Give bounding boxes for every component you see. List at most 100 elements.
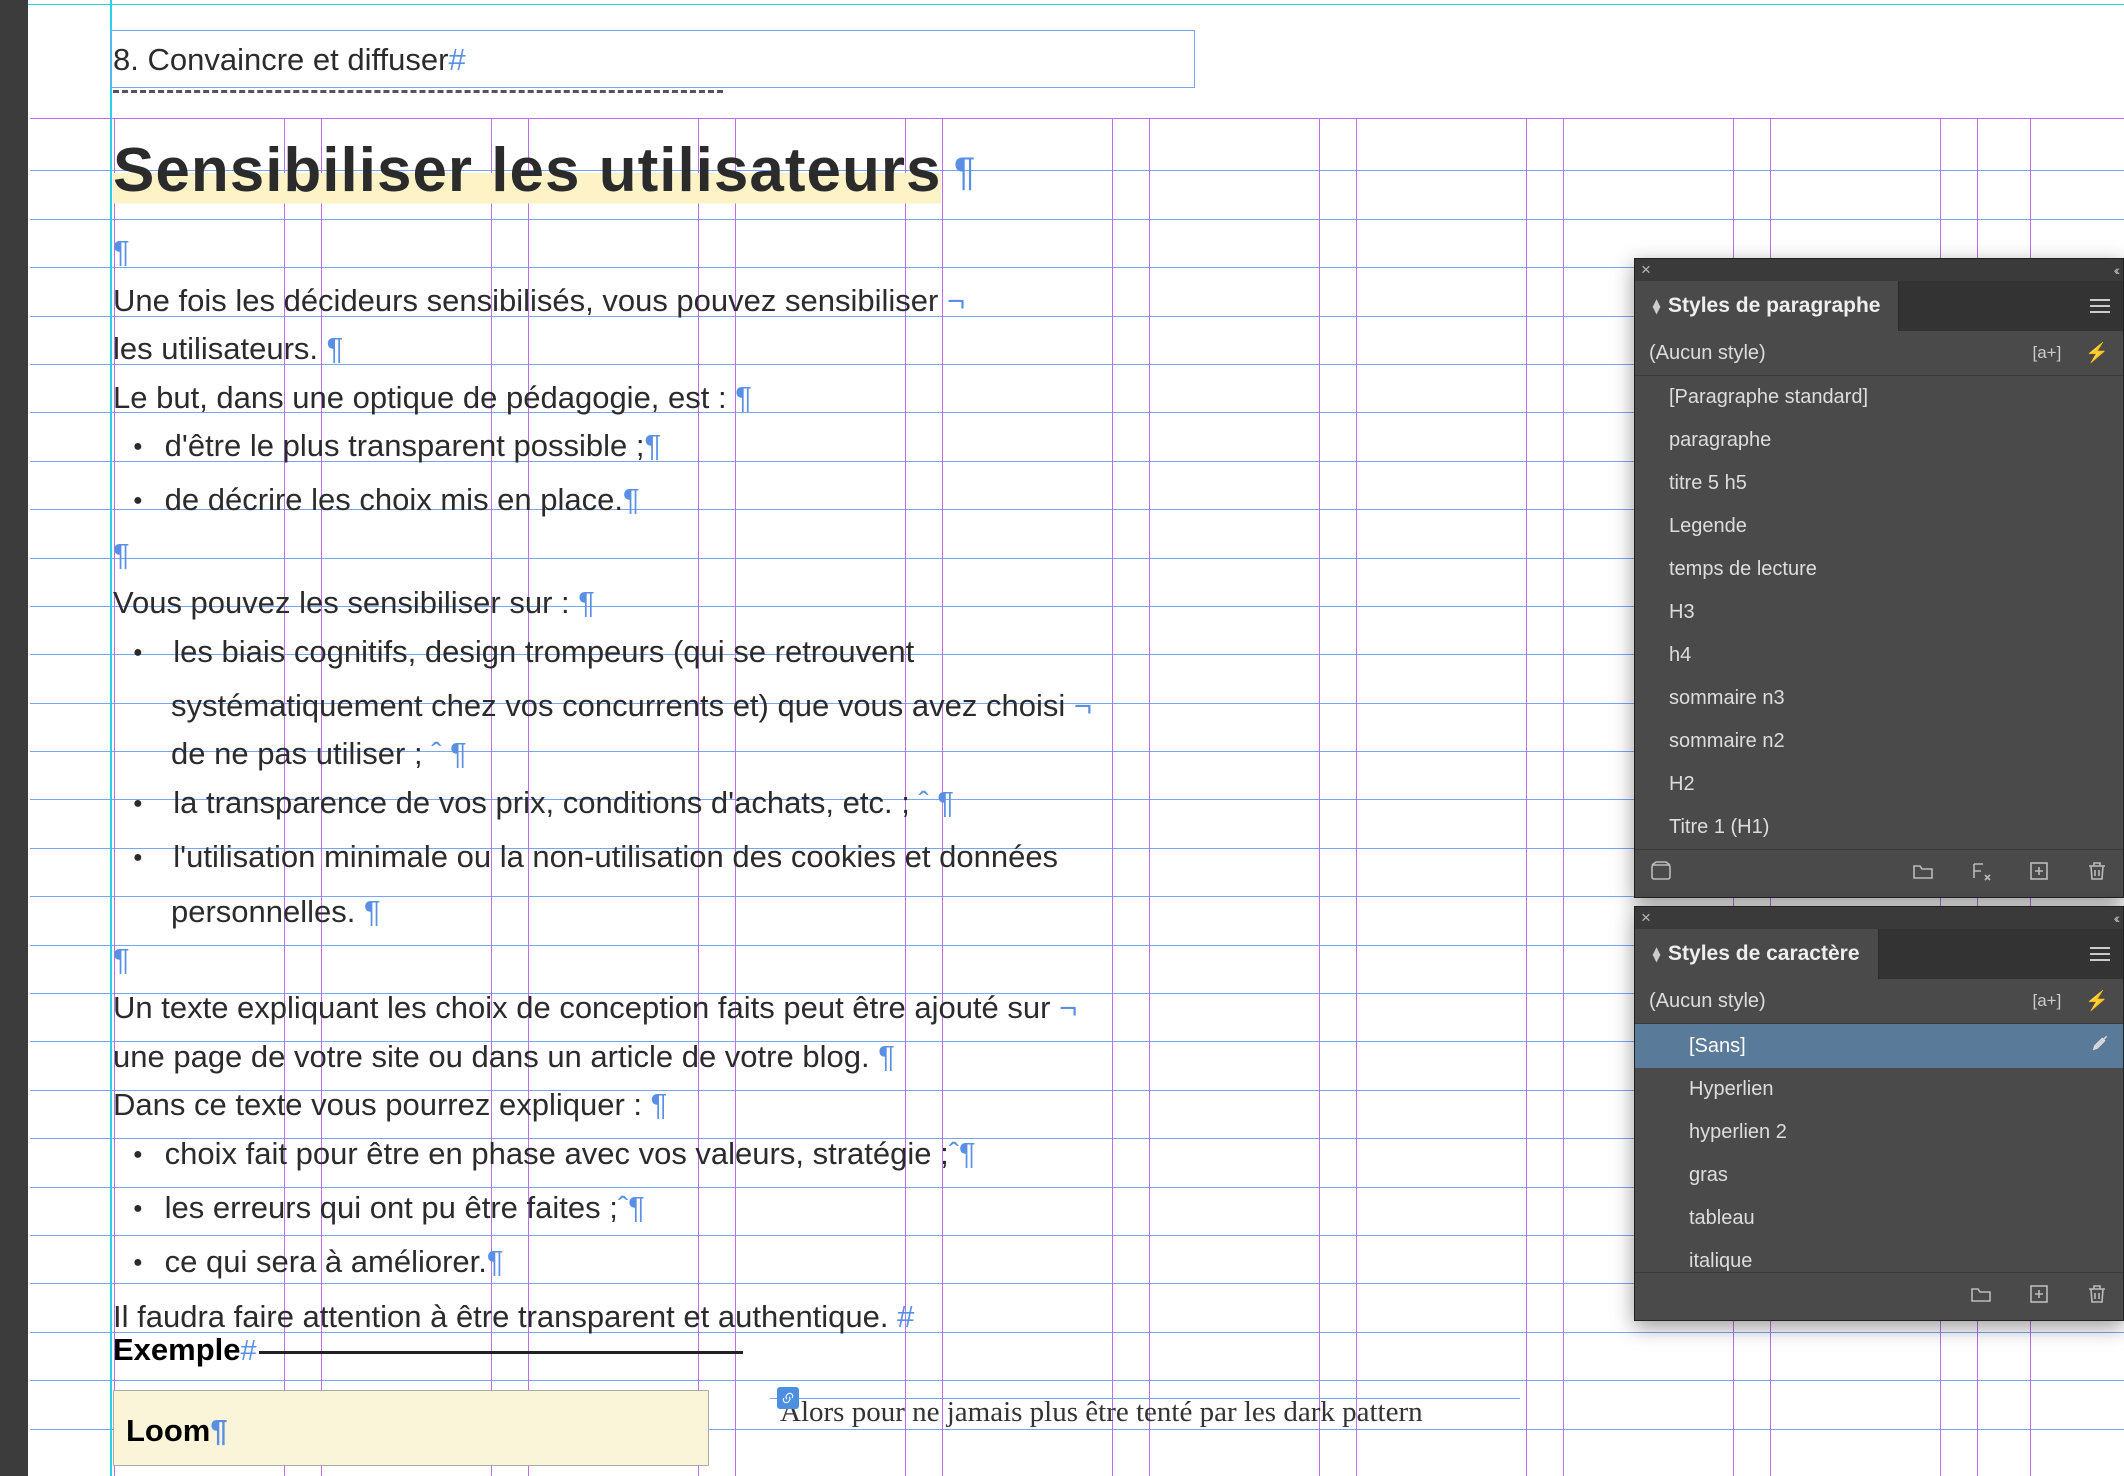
style-name: paragraphe — [1669, 429, 1771, 452]
loom-frame[interactable]: Loom¶ — [113, 1390, 709, 1466]
pilcrow-icon: ¶ — [487, 1244, 504, 1279]
quick-apply-icon[interactable]: ⚡ — [2085, 341, 2109, 365]
body-text: Vous pouvez les sensibiliser sur : — [113, 585, 570, 620]
style-item[interactable]: titre 5 h5 — [1635, 462, 2123, 505]
style-item[interactable]: h4 — [1635, 634, 2123, 677]
current-style-row[interactable]: (Aucun style) [a+] ⚡ — [1635, 979, 2123, 1024]
folder-icon[interactable] — [1911, 859, 1935, 889]
style-item[interactable]: hyperlien 2 — [1635, 1111, 2123, 1154]
cc-libraries-icon[interactable] — [1649, 859, 1673, 889]
style-item[interactable]: sommaire n3 — [1635, 677, 2123, 720]
pilcrow-icon: ¶ — [450, 736, 467, 771]
serif-line-1: Alors pour ne jamais plus être tenté par… — [780, 1396, 1423, 1428]
end-of-story-marker: # — [241, 1335, 257, 1368]
current-style-row[interactable]: (Aucun style) [a+] ⚡ — [1635, 331, 2123, 376]
nbsp-icon: ˆ — [949, 1136, 959, 1171]
style-name: Legende — [1669, 515, 1747, 538]
style-item[interactable]: Titre 1 (H1) — [1635, 806, 2123, 849]
paragraph-style-list[interactable]: [Paragraphe standard] paragraphe titre 5… — [1635, 376, 2123, 849]
style-name: sommaire n3 — [1669, 687, 1785, 710]
style-item[interactable]: H3 — [1635, 591, 2123, 634]
end-of-story-marker: # — [897, 1299, 914, 1334]
panel-chrome[interactable]: × ‹‹ — [1635, 907, 2123, 929]
pilcrow-icon: ¶ — [578, 585, 595, 620]
tab-character-styles[interactable]: ▴▾ Styles de caractère — [1635, 929, 1879, 979]
example-rule — [259, 1351, 743, 1354]
list-item: ce qui sera à améliorer. — [165, 1244, 487, 1279]
clear-override-icon[interactable] — [1969, 859, 1993, 889]
style-item[interactable]: [Sans] — [1635, 1024, 2123, 1068]
close-icon[interactable]: × — [1641, 908, 1651, 928]
style-item[interactable]: tableau — [1635, 1197, 2123, 1240]
body-text: les utilisateurs. — [113, 331, 318, 366]
panel-footer — [1635, 1272, 2123, 1320]
list-item: les biais cognitifs, design trompeurs (q… — [173, 634, 914, 669]
new-style-icon[interactable] — [2027, 859, 2051, 889]
close-icon[interactable]: × — [1641, 260, 1651, 280]
style-name: H3 — [1669, 601, 1695, 624]
style-item[interactable]: H2 — [1635, 763, 2123, 806]
panel-menu-button[interactable] — [2077, 929, 2123, 979]
paragraph-styles-panel[interactable]: × ‹‹ ▴▾ Styles de paragraphe (Aucun styl… — [1634, 258, 2124, 898]
overline-text: 8. Convaincre et diffuser — [113, 42, 448, 77]
body-text: Il faudra faire attention à être transpa… — [113, 1299, 889, 1334]
character-styles-panel[interactable]: × ‹‹ ▴▾ Styles de caractère (Aucun style… — [1634, 906, 2124, 1321]
style-name: titre 5 h5 — [1669, 472, 1747, 495]
pilcrow-icon: ¶ — [937, 785, 954, 820]
pilcrow-icon: ¶ — [878, 1039, 895, 1074]
current-style-label: (Aucun style) — [1649, 990, 1766, 1013]
list-item: systématiquement chez vos concurrents et… — [171, 688, 1065, 723]
style-name: temps de lecture — [1669, 558, 1817, 581]
panel-menu-button[interactable] — [2077, 281, 2123, 331]
new-style-icon[interactable] — [2027, 1282, 2051, 1312]
current-style-label: (Aucun style) — [1649, 342, 1766, 365]
character-style-list[interactable]: [Sans] Hyperlien hyperlien 2 gras tablea… — [1635, 1024, 2123, 1272]
list-item: l'utilisation minimale ou la non-utilisa… — [173, 839, 1058, 874]
style-name: Titre 1 (H1) — [1669, 816, 1769, 839]
style-item[interactable]: Hyperlien — [1635, 1068, 2123, 1111]
nbsp-icon: ˆ — [618, 1190, 628, 1225]
style-item[interactable]: italique — [1635, 1240, 2123, 1272]
end-of-story-marker: # — [448, 42, 465, 77]
tab-paragraph-styles[interactable]: ▴▾ Styles de paragraphe — [1635, 281, 1899, 331]
style-item[interactable]: Legende — [1635, 505, 2123, 548]
ruler-guide-horizontal[interactable] — [0, 4, 2124, 5]
style-item[interactable]: [Paragraphe standard] — [1635, 376, 2123, 419]
tab-label: Styles de caractère — [1668, 942, 1859, 966]
pilcrow-icon: ¶ — [735, 380, 752, 415]
page-title: Sensibiliser les utilisateurs — [113, 136, 941, 207]
body-text: Dans ce texte vous pourrez expliquer : — [113, 1087, 642, 1122]
quick-apply-icon[interactable]: ⚡ — [2085, 989, 2109, 1013]
collapse-icon[interactable]: ‹‹ — [2114, 910, 2117, 926]
trash-icon[interactable] — [2085, 1282, 2109, 1312]
style-name: hyperlien 2 — [1689, 1121, 1787, 1144]
style-item[interactable]: paragraphe — [1635, 419, 2123, 462]
style-name: italique — [1689, 1250, 1752, 1272]
list-item: personnelles. — [171, 894, 355, 929]
list-item: de décrire les choix mis en place. — [165, 482, 623, 517]
pilcrow-icon: ¶ — [210, 1413, 227, 1448]
collapse-icon[interactable]: ‹‹ — [2114, 262, 2117, 278]
override-icon[interactable]: [a+] — [2032, 343, 2061, 363]
folder-icon[interactable] — [1969, 1282, 1993, 1312]
pilcrow-icon: ¶ — [113, 228, 1373, 276]
body-text: une page de votre site ou dans un articl… — [113, 1039, 870, 1074]
main-text-frame[interactable]: 8. Convaincre et diffuser# Sensibiliser … — [113, 40, 1373, 1341]
document-canvas[interactable]: 8. Convaincre et diffuser# Sensibiliser … — [0, 0, 2124, 1476]
override-icon[interactable]: [a+] — [2032, 991, 2061, 1011]
soft-return-icon: ¬ — [1074, 688, 1092, 723]
trash-icon[interactable] — [2085, 859, 2109, 889]
body-text: Le but, dans une optique de pédagogie, e… — [113, 380, 727, 415]
example-label: Exemple — [113, 1332, 241, 1368]
style-name: Hyperlien — [1689, 1078, 1773, 1101]
style-item[interactable]: sommaire n2 — [1635, 720, 2123, 763]
pilcrow-icon: ¶ — [113, 936, 1373, 984]
style-item[interactable]: gras — [1635, 1154, 2123, 1197]
soft-return-icon: ¬ — [947, 283, 965, 318]
style-name: [Paragraphe standard] — [1669, 386, 1868, 409]
style-item[interactable]: temps de lecture — [1635, 548, 2123, 591]
panel-chrome[interactable]: × ‹‹ — [1635, 259, 2123, 281]
chevrons-icon: ▴▾ — [1653, 299, 1660, 313]
thread-link-icon[interactable] — [777, 1387, 799, 1409]
style-name: H2 — [1669, 773, 1695, 796]
